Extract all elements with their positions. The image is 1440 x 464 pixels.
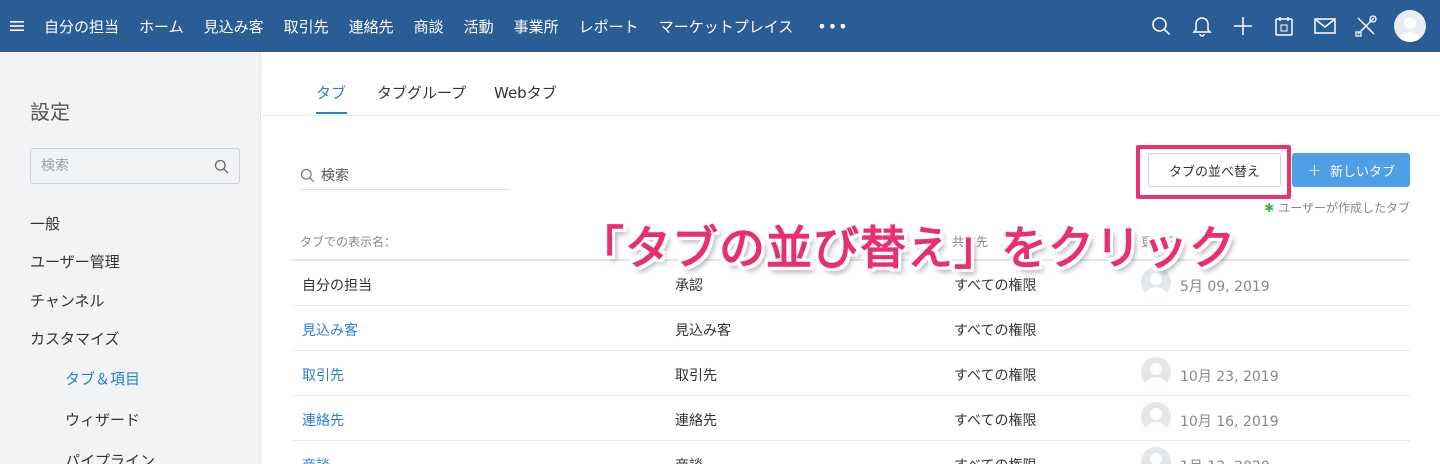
avatar (1141, 447, 1171, 464)
row-share: すべての権限 (954, 323, 1037, 339)
mail-icon[interactable] (1304, 0, 1345, 52)
row-tab-name-link[interactable]: 取引先 (302, 365, 344, 385)
row-share: すべての権限 (954, 413, 1037, 429)
nav-item-activities[interactable]: 活動 (454, 16, 504, 37)
settings-sidebar: 設定 一般 ユーザー管理 チャンネル カスタマイズ タブ＆項目 ウィザード パイ… (0, 52, 261, 464)
bell-icon[interactable] (1181, 0, 1222, 52)
legend-text: ユーザーが作成したタブ (1278, 201, 1410, 215)
plus-icon: + (1306, 159, 1323, 181)
table-row: 商談 商談 すべての権限 1月 13, 2020 (292, 441, 1410, 464)
nav-right-actions (1140, 0, 1426, 52)
top-navigation-bar: 自分の担当 ホーム 見込み客 取引先 連絡先 商談 活動 事業所 レポート マー… (0, 0, 1440, 52)
nav-item-contacts[interactable]: 連絡先 (339, 16, 404, 37)
row-share: すべての権限 (954, 455, 1036, 464)
row-tab-label: 承認 (675, 278, 703, 294)
sidebar-search-input[interactable] (41, 158, 206, 174)
sidebar-item-pipeline[interactable]: パイプライン (65, 450, 155, 464)
row-updated-date: 10月 23, 2019 (1180, 369, 1279, 385)
active-tab-indicator (316, 112, 347, 114)
row-updated-date: 5月 09, 2019 (1180, 279, 1270, 295)
row-tab-name: 自分の担当 (302, 278, 372, 294)
instruction-caption: 「タブの並び替え」をクリック (578, 221, 1236, 275)
user-created-legend: ✱ ユーザーが作成したタブ (1264, 199, 1410, 216)
nav-item-my-work[interactable]: 自分の担当 (34, 16, 129, 37)
row-tab-label: 商談 (675, 455, 703, 464)
sidebar-search-box (30, 148, 240, 184)
nav-item-offices[interactable]: 事業所 (504, 16, 569, 37)
sidebar-item-user-management[interactable]: ユーザー管理 (30, 251, 120, 272)
tab-tabs[interactable]: タブ (316, 82, 346, 103)
nav-more-button[interactable]: ••• (803, 17, 862, 36)
calendar-icon[interactable] (1263, 0, 1304, 52)
tab-web-tabs[interactable]: Webタブ (494, 82, 557, 103)
row-tab-name-link[interactable]: 見込み客 (302, 320, 358, 340)
table-row: 見込み客 見込み客 すべての権限 (292, 306, 1410, 351)
nav-item-leads[interactable]: 見込み客 (194, 16, 274, 37)
row-updated-date: 1月 13, 2020 (1180, 456, 1270, 464)
row-tab-name-link[interactable]: 連絡先 (302, 410, 344, 430)
nav-item-accounts[interactable]: 取引先 (274, 16, 339, 37)
user-avatar[interactable] (1394, 10, 1426, 42)
sidebar-item-general[interactable]: 一般 (30, 213, 60, 234)
avatar (1141, 402, 1171, 432)
column-header-display-name: タブでの表示名： (300, 235, 397, 249)
sidebar-item-customize[interactable]: カスタマイズ (30, 328, 120, 349)
row-tab-label: 連絡先 (675, 413, 717, 429)
reorder-tabs-button[interactable]: タブの並べ替え (1148, 153, 1281, 187)
search-icon (300, 168, 315, 183)
new-tab-button[interactable]: + 新しいタブ (1292, 153, 1410, 187)
tools-icon[interactable] (1345, 0, 1386, 52)
tab-bar: タブ タブグループ Webタブ (262, 52, 1440, 116)
row-tab-label: 取引先 (675, 368, 717, 384)
table-row: 取引先 取引先 すべての権限 10月 23, 2019 (292, 351, 1410, 396)
nav-item-reports[interactable]: レポート (569, 16, 649, 37)
nav-item-marketplace[interactable]: マーケットプレイス (649, 16, 804, 37)
row-share: すべての権限 (954, 368, 1037, 384)
new-tab-label: 新しいタブ (1330, 164, 1396, 180)
asterisk-icon: ✱ (1264, 201, 1275, 215)
sidebar-item-channels[interactable]: チャンネル (30, 290, 105, 311)
row-tab-label: 見込み客 (675, 323, 731, 339)
avatar (1141, 357, 1171, 387)
sidebar-item-tabs-fields[interactable]: タブ＆項目 (65, 368, 140, 389)
row-tab-name-link[interactable]: 商談 (302, 455, 330, 464)
nav-item-home[interactable]: ホーム (129, 16, 194, 37)
nav-item-deals[interactable]: 商談 (404, 16, 454, 37)
tab-search-input[interactable] (321, 167, 501, 184)
plus-icon[interactable] (1222, 0, 1263, 52)
nav-items: 自分の担当 ホーム 見込み客 取引先 連絡先 商談 活動 事業所 レポート マー… (34, 0, 863, 52)
search-icon[interactable] (214, 159, 229, 174)
tab-tab-groups[interactable]: タブグループ (377, 82, 466, 103)
tab-search-box (300, 162, 510, 190)
row-updated-date: 10月 16, 2019 (1180, 414, 1279, 430)
hamburger-menu-icon[interactable] (0, 20, 34, 32)
table-row: 連絡先 連絡先 すべての権限 10月 16, 2019 (292, 396, 1410, 441)
row-share: すべての権限 (954, 278, 1037, 294)
sidebar-item-wizard[interactable]: ウィザード (65, 409, 140, 430)
search-icon[interactable] (1140, 0, 1181, 52)
sidebar-title: 設定 (30, 100, 70, 124)
